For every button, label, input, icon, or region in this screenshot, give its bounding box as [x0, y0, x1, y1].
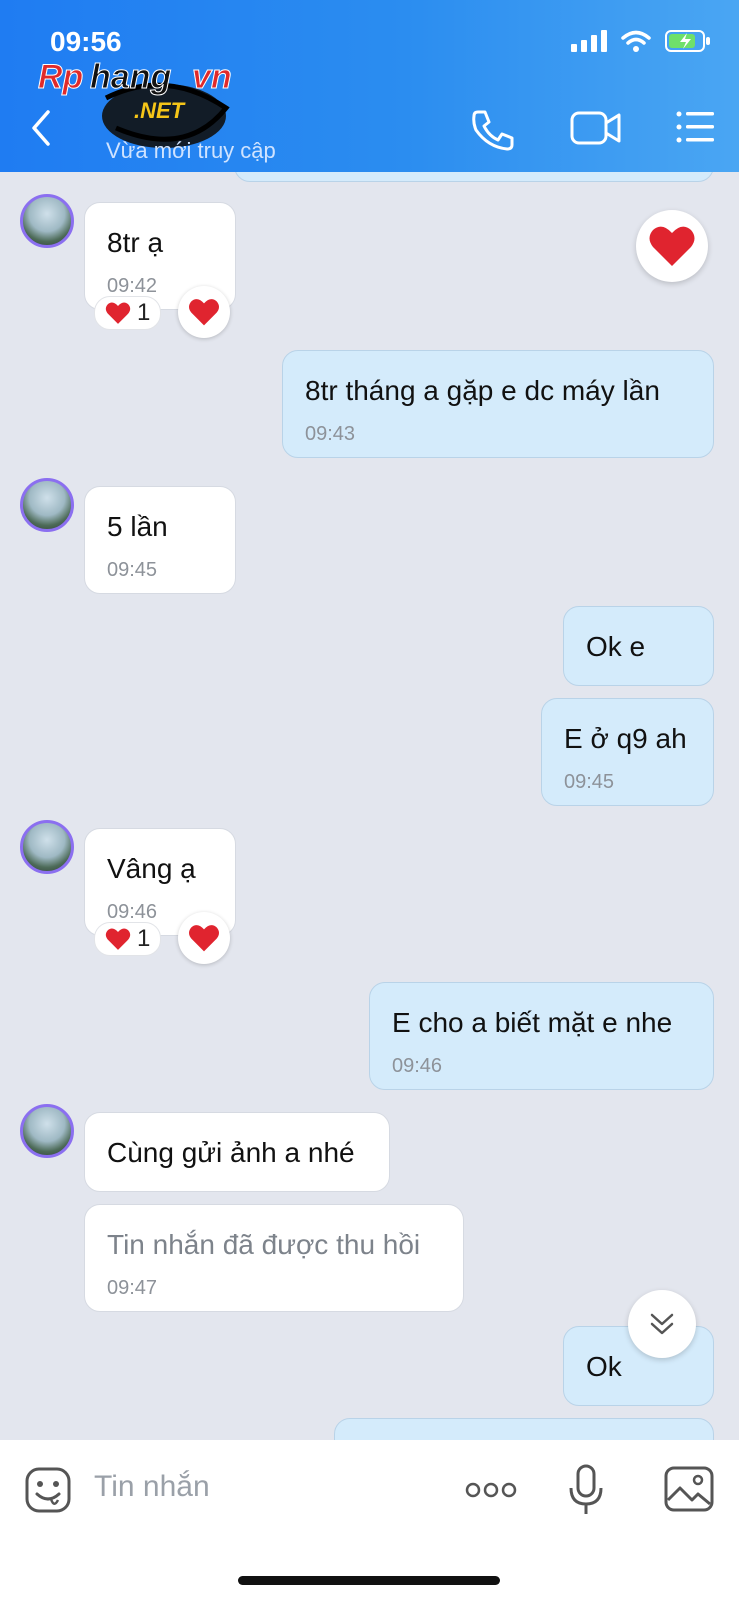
message-time: 09:42 — [107, 275, 158, 297]
message-text: Ok e — [586, 631, 646, 662]
message-time: 09:45 — [564, 771, 615, 793]
heart-icon — [105, 302, 131, 324]
battery-icon — [665, 30, 710, 52]
double-chevron-down-icon — [650, 1313, 674, 1335]
incoming-message[interactable]: Cùng gửi ảnh a nhé — [84, 1112, 390, 1192]
menu-icon[interactable] — [675, 108, 715, 146]
message-time: 09:46 — [392, 1055, 443, 1077]
message-bubble-partial[interactable] — [334, 1418, 714, 1440]
signal-icon — [571, 30, 607, 52]
more-options-icon[interactable] — [464, 1480, 518, 1500]
video-icon[interactable] — [570, 108, 622, 148]
message-time: 09:43 — [305, 423, 356, 445]
heart-icon — [189, 299, 219, 326]
message-bubble-partial[interactable] — [234, 172, 714, 182]
status-time: 09:56 — [50, 26, 122, 57]
contact-avatar[interactable] — [20, 1104, 74, 1158]
message-text: E cho a biết mặt e nhe — [392, 1007, 673, 1038]
svg-text:hang: hang — [90, 58, 171, 96]
reaction-count-badge[interactable]: 1 — [94, 296, 162, 330]
phone-icon[interactable] — [470, 108, 516, 152]
message-text: E ở q9 ah — [564, 723, 687, 754]
message-text: Vâng ạ — [107, 853, 196, 884]
reaction-count: 1 — [137, 299, 151, 326]
message-text: 8tr ạ — [107, 227, 164, 258]
reaction-count-badge[interactable]: 1 — [94, 922, 162, 956]
message-text: 5 lần — [107, 511, 168, 542]
heart-icon — [189, 925, 219, 952]
outgoing-message[interactable]: 8tr tháng a gặp e dc máy lần 09:43 — [282, 350, 714, 458]
status-icons — [571, 30, 711, 52]
heart-icon — [105, 928, 131, 950]
message-time: 09:47 — [107, 1277, 158, 1299]
recalled-message[interactable]: Tin nhắn đã được thu hồi 09:47 — [84, 1204, 464, 1312]
contact-avatar[interactable] — [20, 478, 74, 532]
message-input[interactable]: Tin nhắn — [94, 1470, 210, 1504]
contact-avatar[interactable] — [20, 194, 74, 248]
message-list[interactable]: 8tr ạ 09:42 1 8tr tháng a gặp e dc máy l… — [0, 172, 739, 1440]
incoming-message[interactable]: 5 lần 09:45 — [84, 486, 236, 594]
home-indicator — [238, 1576, 500, 1585]
image-gallery-icon[interactable] — [664, 1466, 714, 1512]
message-text: 8tr tháng a gặp e dc máy lần — [305, 375, 660, 406]
react-button[interactable] — [178, 912, 230, 964]
react-button[interactable] — [178, 286, 230, 338]
heart-icon — [649, 226, 695, 266]
message-text: Cùng gửi ảnh a nhé — [107, 1137, 355, 1168]
svg-text:vn: vn — [192, 58, 232, 96]
scroll-to-bottom-button[interactable] — [628, 1290, 696, 1358]
message-time: 09:45 — [107, 559, 158, 581]
contact-avatar[interactable] — [20, 820, 74, 874]
message-text: Ok — [586, 1351, 622, 1382]
microphone-icon[interactable] — [568, 1464, 604, 1516]
wifi-icon — [621, 30, 651, 52]
last-seen-status: Vừa mới truy cập — [106, 138, 276, 163]
back-icon[interactable] — [28, 108, 54, 148]
outgoing-message[interactable]: E cho a biết mặt e nhe 09:46 — [369, 982, 714, 1090]
message-time: 09:46 — [107, 901, 158, 923]
outgoing-message[interactable]: Ok e — [563, 606, 714, 686]
svg-text:.NET: .NET — [134, 98, 186, 123]
emoji-icon[interactable] — [24, 1466, 72, 1514]
message-text: Tin nhắn đã được thu hồi — [107, 1229, 421, 1260]
outgoing-message[interactable]: E ở q9 ah 09:45 — [541, 698, 714, 806]
svg-text:Rp: Rp — [38, 58, 83, 96]
quick-heart-button[interactable] — [636, 210, 708, 282]
reaction-count: 1 — [137, 925, 151, 952]
chat-header: 09:56 Rp hang vn .NET Vừa mới truy cập — [0, 0, 739, 172]
